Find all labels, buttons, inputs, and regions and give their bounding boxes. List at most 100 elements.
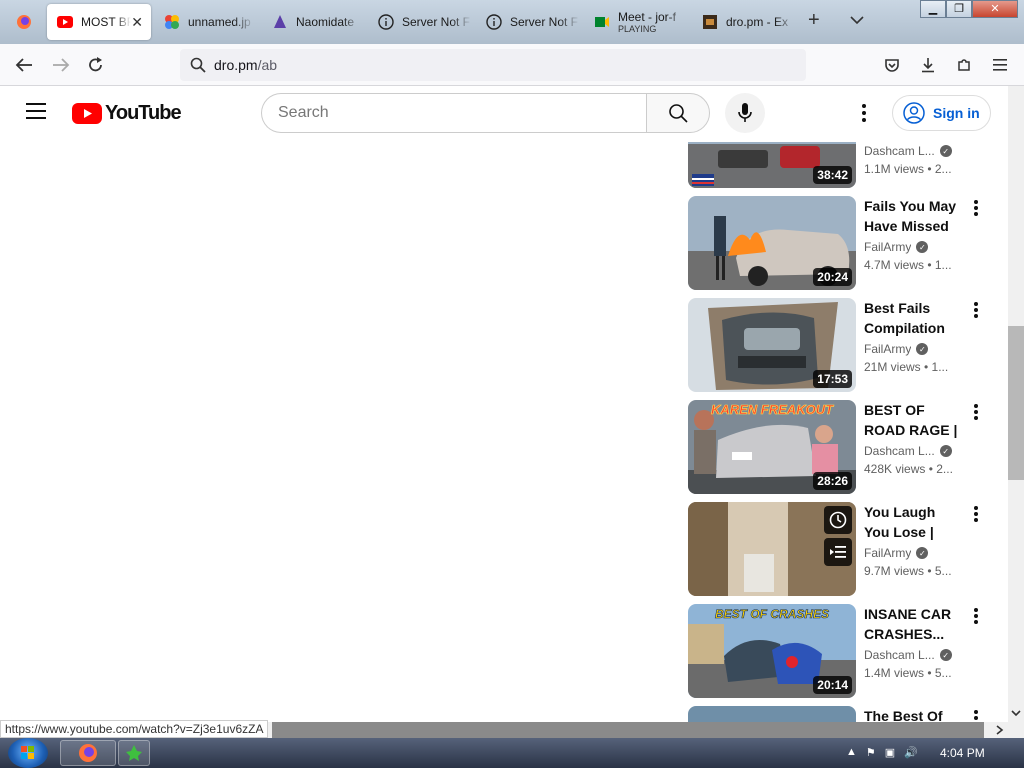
watch-later-button[interactable] bbox=[824, 506, 852, 534]
tab-meet[interactable]: Meet - jor-f PLAYING bbox=[584, 4, 688, 40]
windows-logo-icon bbox=[21, 746, 34, 759]
video-item[interactable]: 20:24 Fails You May Have Missed |... Fai… bbox=[688, 196, 998, 290]
tab-label: Meet - jor-f bbox=[618, 10, 677, 24]
network-icon[interactable]: ▣ bbox=[885, 746, 895, 759]
show-hidden-icons-icon[interactable]: ▲ bbox=[846, 746, 857, 759]
maximize-button[interactable]: ❐ bbox=[946, 0, 972, 18]
url-text: dro.pm/ab bbox=[214, 57, 278, 73]
sign-in-button[interactable]: Sign in bbox=[892, 95, 991, 131]
channel-name[interactable]: FailArmy ✓ bbox=[864, 238, 964, 256]
horizontal-scrollbar-thumb[interactable] bbox=[272, 722, 984, 738]
forward-button[interactable] bbox=[51, 55, 71, 75]
video-item[interactable]: You Laugh You Lose | Dumb... FailArmy✓ 9… bbox=[688, 502, 998, 596]
related-videos-list: 38:42 Dashcam L... ✓ 1.1M views • 2... 20… bbox=[0, 142, 1008, 722]
search-button[interactable] bbox=[646, 93, 710, 133]
tab-unnamed[interactable]: unnamed.jp bbox=[154, 4, 254, 40]
taskbar-firefox[interactable] bbox=[60, 740, 116, 766]
verified-icon: ✓ bbox=[939, 649, 952, 661]
video-thumbnail[interactable] bbox=[688, 502, 856, 596]
voice-search-button[interactable] bbox=[725, 93, 765, 133]
firefox-icon bbox=[79, 744, 97, 762]
video-more-button[interactable] bbox=[972, 302, 980, 322]
action-center-icon[interactable]: ⚑ bbox=[866, 746, 876, 759]
vertical-scrollbar-thumb[interactable] bbox=[1008, 326, 1024, 480]
reload-icon bbox=[89, 57, 102, 72]
video-meta: 428K views • 2... bbox=[864, 462, 953, 476]
video-thumbnail[interactable] bbox=[688, 706, 856, 722]
pocket-icon bbox=[885, 59, 899, 72]
video-item[interactable]: 38:42 Dashcam L... ✓ 1.1M views • 2... bbox=[688, 142, 998, 188]
tab-server-not-found-2[interactable]: Server Not F bbox=[476, 4, 580, 40]
scroll-down-icon[interactable] bbox=[1008, 708, 1024, 720]
video-thumbnail[interactable]: KAREN FREAKOUT 28:26 bbox=[688, 400, 856, 494]
info-icon bbox=[378, 14, 394, 30]
taskbar-clock[interactable]: 4:04 PM bbox=[940, 746, 985, 760]
add-to-queue-button[interactable] bbox=[824, 538, 852, 566]
video-item[interactable]: The Best Of bbox=[688, 706, 998, 722]
channel-name[interactable]: Dashcam L... ✓ bbox=[864, 646, 964, 664]
start-button[interactable] bbox=[8, 738, 48, 768]
minimize-button[interactable]: ▁ bbox=[920, 0, 946, 18]
video-title[interactable]: Best Fails Compilation 😂 bbox=[864, 298, 964, 338]
search-input[interactable] bbox=[278, 104, 618, 122]
channel-name[interactable]: FailArmy ✓ bbox=[864, 340, 964, 358]
list-all-tabs-button[interactable] bbox=[850, 12, 864, 30]
guide-menu-button[interactable] bbox=[26, 103, 46, 123]
channel-name[interactable]: Dashcam L... ✓ bbox=[864, 442, 964, 460]
tab-label: MOST BR bbox=[81, 15, 131, 29]
video-title[interactable]: INSANE CAR CRASHES... bbox=[864, 604, 964, 644]
volume-icon[interactable]: 🔊 bbox=[904, 746, 918, 759]
tab-naomidate[interactable]: Naomidate bbox=[262, 4, 362, 40]
video-title[interactable]: BEST OF ROAD RAGE | USA &... bbox=[864, 400, 964, 440]
video-more-button[interactable] bbox=[972, 404, 980, 424]
window-close-button[interactable]: ✕ bbox=[972, 0, 1018, 18]
video-thumbnail[interactable]: 38:42 bbox=[688, 142, 856, 188]
video-more-button[interactable] bbox=[972, 608, 980, 628]
video-title[interactable]: You Laugh You Lose | Dumb... bbox=[864, 502, 964, 542]
video-more-button[interactable] bbox=[972, 506, 980, 526]
url-bar[interactable]: dro.pm/ab bbox=[180, 49, 806, 81]
video-thumbnail[interactable]: 20:24 bbox=[688, 196, 856, 290]
video-more-button[interactable] bbox=[972, 200, 980, 220]
channel-name[interactable]: Dashcam L... ✓ bbox=[864, 142, 964, 160]
video-thumbnail[interactable]: 17:53 bbox=[688, 298, 856, 392]
video-more-button[interactable] bbox=[972, 710, 980, 722]
video-thumbnail[interactable]: BEST OF CRASHES 20:14 bbox=[688, 604, 856, 698]
tab-server-not-found-1[interactable]: Server Not F bbox=[368, 4, 472, 40]
meet-icon bbox=[594, 14, 610, 30]
video-title[interactable]: Fails You May Have Missed |... bbox=[864, 196, 964, 236]
app-icon bbox=[126, 745, 142, 761]
verified-icon: ✓ bbox=[916, 241, 929, 253]
settings-more-button[interactable] bbox=[854, 103, 874, 123]
close-tab-icon[interactable]: ✕ bbox=[131, 14, 143, 31]
back-button[interactable] bbox=[14, 55, 34, 75]
new-tab-button[interactable]: + bbox=[808, 10, 820, 30]
vertical-scrollbar[interactable] bbox=[1008, 86, 1024, 722]
firefox-icon bbox=[16, 14, 32, 30]
video-duration: 38:42 bbox=[813, 166, 852, 184]
app-menu-button[interactable] bbox=[990, 55, 1010, 75]
link-status-url: https://www.youtube.com/watch?v=Zj3e1uv6… bbox=[0, 720, 269, 738]
tab-dro-pm[interactable]: dro.pm - Ex bbox=[692, 4, 796, 40]
verified-icon: ✓ bbox=[916, 343, 929, 355]
video-item[interactable]: KAREN FREAKOUT 28:26 BEST OF ROAD RAGE |… bbox=[688, 400, 998, 494]
tab-label: dro.pm - Ex bbox=[726, 15, 789, 29]
firefox-menu-tab[interactable] bbox=[6, 4, 40, 40]
reload-button[interactable] bbox=[86, 55, 106, 75]
extensions-button[interactable] bbox=[954, 55, 974, 75]
youtube-logo[interactable]: YouTube bbox=[72, 102, 182, 125]
tab-label: Naomidate bbox=[296, 15, 355, 29]
extension-icon bbox=[272, 14, 288, 30]
thumbnail-caption: BEST OF CRASHES bbox=[715, 607, 829, 621]
video-item[interactable]: 17:53 Best Fails Compilation 😂 FailArmy✓… bbox=[688, 298, 998, 392]
downloads-button[interactable] bbox=[918, 55, 938, 75]
taskbar-app[interactable] bbox=[118, 740, 150, 766]
video-meta: 1.1M views • 2... bbox=[864, 162, 952, 176]
video-title[interactable]: The Best Of bbox=[864, 706, 964, 722]
video-meta: 9.7M views • 5... bbox=[864, 564, 952, 578]
pocket-button[interactable] bbox=[882, 55, 902, 75]
tab-youtube[interactable]: MOST BR ✕ bbox=[47, 4, 151, 40]
channel-name[interactable]: FailArmy ✓ bbox=[864, 544, 964, 562]
video-item[interactable]: BEST OF CRASHES 20:14 INSANE CAR CRASHES… bbox=[688, 604, 998, 698]
scroll-right-icon[interactable] bbox=[994, 722, 1006, 738]
